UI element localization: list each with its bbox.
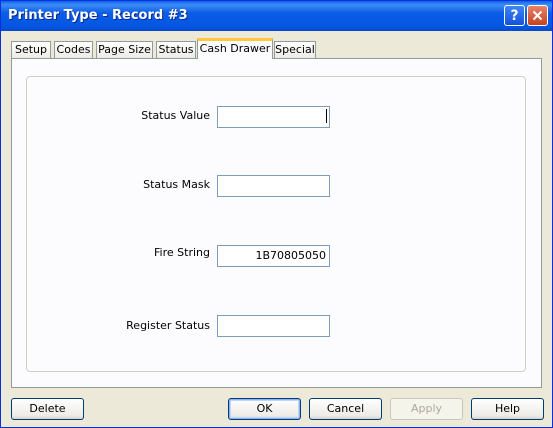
tab-cash-drawer[interactable]: Cash Drawer [197,38,273,59]
tab-setup[interactable]: Setup [11,41,51,58]
ok-button[interactable]: OK [228,398,301,420]
cash-drawer-panel: Status Value Status Mask Fire String 1B7… [11,58,542,388]
help-button[interactable]: Help [471,398,544,420]
status-mask-field[interactable] [217,175,330,197]
tab-page-size[interactable]: Page Size [96,41,153,58]
dialog-window: Printer Type - Record #3 ? Setup Codes P… [0,0,553,428]
help-icon[interactable]: ? [504,5,525,26]
status-mask-label: Status Mask [143,178,210,191]
register-status-label: Register Status [126,319,210,332]
status-value-field[interactable] [217,106,330,128]
status-value-label: Status Value [141,109,210,122]
register-status-field[interactable] [217,315,330,337]
fire-string-label: Fire String [154,246,210,259]
fire-string-field[interactable]: 1B70805050 [217,245,330,267]
tab-special[interactable]: Special [274,41,316,58]
tab-codes[interactable]: Codes [54,41,93,58]
window-title: Printer Type - Record #3 [8,8,188,23]
close-x-glyph [532,10,543,21]
cancel-button[interactable]: Cancel [309,398,382,420]
apply-button[interactable]: Apply [390,398,463,420]
close-icon[interactable] [527,5,548,26]
delete-button[interactable]: Delete [11,398,84,420]
title-bar[interactable]: Printer Type - Record #3 ? [1,1,552,31]
tab-status[interactable]: Status [156,41,196,58]
